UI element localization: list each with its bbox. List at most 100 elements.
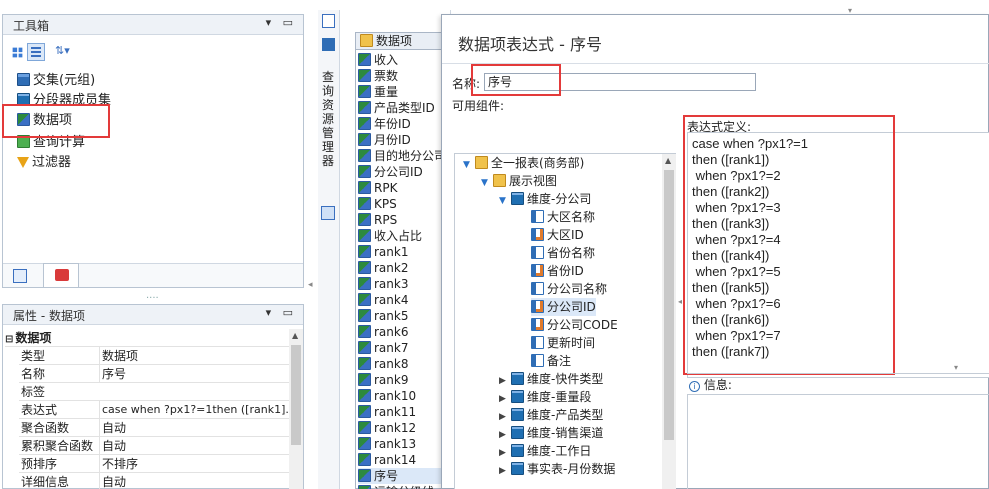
- query-field-item[interactable]: rank2: [358, 260, 408, 276]
- folder-icon: [493, 174, 506, 187]
- query-field-label: RPS: [374, 213, 398, 227]
- query-field-label: rank3: [374, 277, 409, 291]
- query-field-label: 序号: [374, 469, 399, 483]
- query-field-item[interactable]: rank3: [358, 276, 408, 292]
- data-item-icon: [358, 53, 371, 66]
- query-field-label: rank12: [374, 421, 417, 435]
- data-item-icon: [358, 293, 371, 306]
- scroll-down-indicator[interactable]: ▾: [848, 6, 852, 15]
- query-field-item[interactable]: 月份ID: [358, 132, 411, 148]
- highlight-name: [471, 64, 561, 96]
- data-item-icon: [358, 437, 371, 450]
- splitter-handle[interactable]: ◂: [678, 297, 682, 306]
- data-item-icon: [358, 69, 371, 82]
- tree-label: 大区名称: [547, 210, 596, 224]
- query-field-item[interactable]: rank12: [358, 420, 416, 436]
- query-field-item[interactable]: rank13: [358, 436, 416, 452]
- tree-node-dimension[interactable]: ▶ 维度-工作日: [499, 442, 591, 460]
- query-field-item[interactable]: KPS: [358, 196, 397, 212]
- tree-node-field[interactable]: 分公司名称: [531, 280, 607, 298]
- query-field-item[interactable]: 序号: [358, 468, 442, 484]
- data-item-icon: [358, 421, 371, 434]
- query-field-item[interactable]: 运输分级线: [358, 484, 434, 489]
- dimension-icon: [511, 426, 524, 439]
- tree-node-field[interactable]: 省份ID: [531, 262, 584, 280]
- tree-node-dimension[interactable]: ▶ 维度-快件类型: [499, 370, 603, 388]
- component-tree: ▼ 全一报表(商务部) ▼ 展示视图 ▼ 维度-分公司 大区名称大区ID 省份名称省份I…: [454, 153, 676, 489]
- query-field-label: 票数: [374, 69, 399, 83]
- data-item-icon: [358, 453, 371, 466]
- tree-label: 维度-销售渠道: [527, 426, 604, 440]
- info-area: i 信息:: [687, 373, 989, 489]
- tree-node-field[interactable]: 更新时间: [531, 334, 595, 352]
- query-field-label: rank10: [374, 389, 417, 403]
- data-item-icon: [358, 165, 371, 178]
- query-field-item[interactable]: rank8: [358, 356, 408, 372]
- query-field-item[interactable]: rank7: [358, 340, 408, 356]
- tree-label: 维度-分公司: [527, 192, 592, 206]
- info-icon: i: [689, 381, 700, 392]
- query-field-item[interactable]: rank1: [358, 244, 408, 260]
- query-field-label: rank14: [374, 453, 417, 467]
- query-field-item[interactable]: 目的地分公司: [358, 148, 446, 164]
- tree-node-field[interactable]: 大区ID: [531, 226, 584, 244]
- data-item-icon: [358, 133, 371, 146]
- splitter-handle[interactable]: ▾: [954, 363, 958, 372]
- key-column-icon: [531, 318, 544, 331]
- column-icon: [531, 246, 544, 259]
- query-field-item[interactable]: rank11: [358, 404, 416, 420]
- query-field-item[interactable]: RPK: [358, 180, 397, 196]
- query-field-item[interactable]: rank4: [358, 292, 408, 308]
- components-label: 可用组件:: [452, 99, 505, 113]
- expand-icon[interactable]: ▶: [499, 462, 511, 480]
- query-field-item[interactable]: 产品类型ID: [358, 100, 435, 116]
- query-field-label: 目的地分公司: [374, 149, 447, 163]
- query-field-item[interactable]: 收入: [358, 52, 398, 68]
- query-field-item[interactable]: 重量: [358, 84, 398, 100]
- query-field-item[interactable]: rank5: [358, 308, 408, 324]
- data-item-icon: [358, 261, 371, 274]
- scrollbar-thumb[interactable]: [664, 170, 674, 440]
- query-field-label: 产品类型ID: [374, 101, 435, 115]
- info-header: i 信息:: [689, 376, 732, 393]
- tree-label: 维度-产品类型: [527, 408, 604, 422]
- query-field-label: KPS: [374, 197, 397, 211]
- tree-node-root[interactable]: ▼ 全一报表(商务部): [463, 154, 584, 172]
- data-item-icon: [358, 181, 371, 194]
- tree-node-field[interactable]: 分公司ID: [531, 298, 596, 316]
- tree-label: 省份名称: [547, 246, 596, 260]
- query-field-label: 重量: [374, 85, 399, 99]
- dimension-icon: [511, 462, 524, 475]
- key-column-icon: [531, 228, 544, 241]
- tree-node-dimension[interactable]: ▶ 维度-产品类型: [499, 406, 603, 424]
- tree-node-field[interactable]: 分公司CODE: [531, 316, 618, 334]
- tree-node-dim-company[interactable]: ▼ 维度-分公司: [499, 190, 591, 208]
- tree-node-dimension[interactable]: ▶ 事实表-月份数据: [499, 460, 615, 478]
- query-field-label: rank13: [374, 437, 417, 451]
- query-field-item[interactable]: RPS: [358, 212, 397, 228]
- tree-node-field[interactable]: 备注: [531, 352, 571, 370]
- query-field-item[interactable]: rank14: [358, 452, 416, 468]
- tree-label: 更新时间: [547, 336, 596, 350]
- query-field-item[interactable]: 收入占比: [358, 228, 422, 244]
- query-field-label: rank6: [374, 325, 409, 339]
- tree-node-field[interactable]: 省份名称: [531, 244, 595, 262]
- query-field-item[interactable]: rank9: [358, 372, 408, 388]
- tree-label: 大区ID: [547, 228, 584, 242]
- tree-node-field[interactable]: 大区名称: [531, 208, 595, 226]
- data-item-icon: [358, 277, 371, 290]
- tree-node-view[interactable]: ▼ 展示视图: [481, 172, 557, 190]
- tree-node-dimension[interactable]: ▶ 维度-销售渠道: [499, 424, 603, 442]
- query-field-item[interactable]: 票数: [358, 68, 398, 84]
- tree-scrollbar[interactable]: ▲: [662, 154, 676, 489]
- dimension-icon: [511, 372, 524, 385]
- info-box: [687, 394, 989, 489]
- tree-node-dimension[interactable]: ▶ 维度-重量段: [499, 388, 591, 406]
- query-field-item[interactable]: 分公司ID: [358, 164, 423, 180]
- query-field-item[interactable]: rank10: [358, 388, 416, 404]
- tree-label: 维度-工作日: [527, 444, 592, 458]
- query-field-item[interactable]: 年份ID: [358, 116, 411, 132]
- column-icon: [531, 336, 544, 349]
- key-column-icon: [531, 264, 544, 277]
- query-field-item[interactable]: rank6: [358, 324, 408, 340]
